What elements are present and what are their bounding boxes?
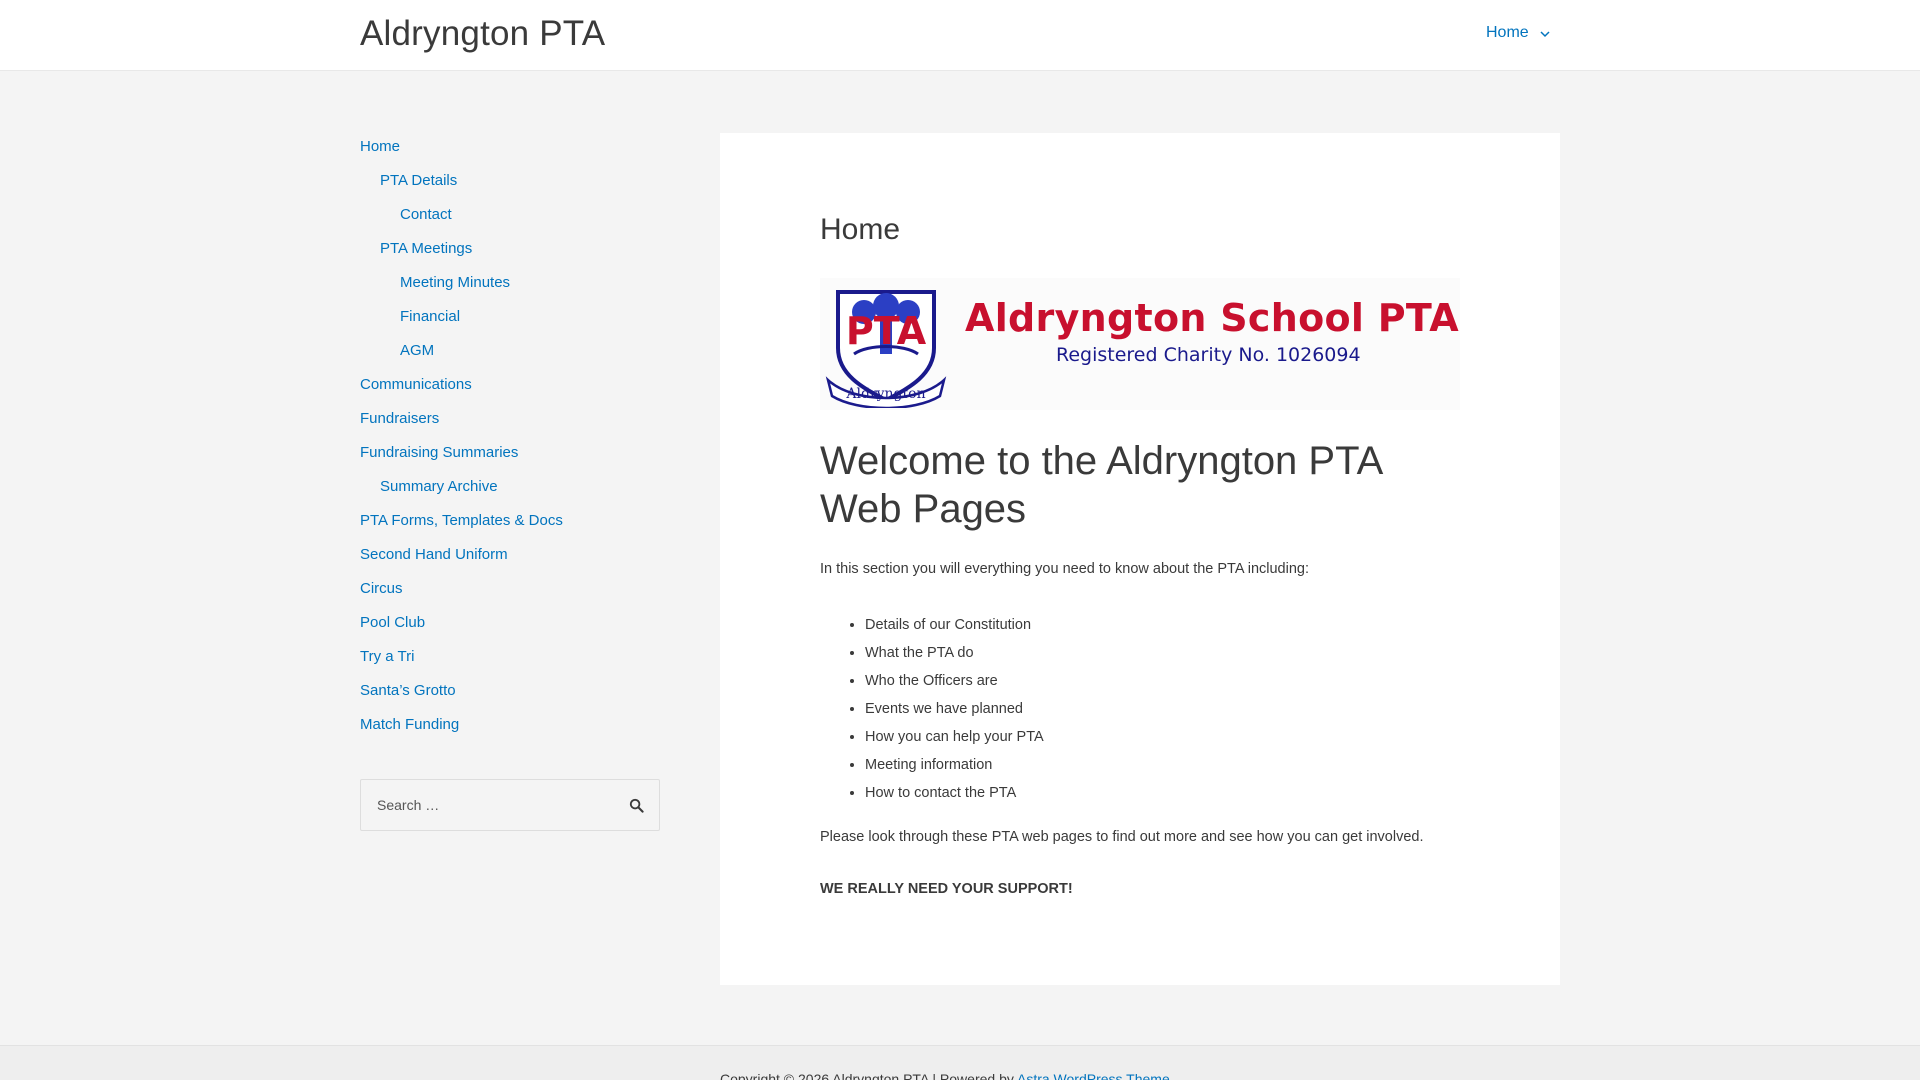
sidebar-item: Santa’s Grotto <box>360 674 660 708</box>
info-list: Details of our ConstitutionWhat the PTA … <box>865 611 1044 807</box>
sidebar-item: PTA Meetings <box>360 232 660 266</box>
sidebar-link[interactable]: Circus <box>360 579 403 599</box>
chevron-down-icon[interactable] <box>1539 27 1551 39</box>
primary-nav: Home <box>1486 24 1551 42</box>
sidebar-item: Try a Tri <box>360 640 660 674</box>
footer-copyright: Copyright © 2026 Aldryngton PTA | Powere… <box>720 1071 1170 1080</box>
sidebar-link[interactable]: Home <box>360 137 400 157</box>
sidebar-link[interactable]: Try a Tri <box>360 647 414 667</box>
info-list-item: Who the Officers are <box>865 667 1044 695</box>
sidebar-link[interactable]: PTA Details <box>380 171 457 191</box>
site-header: Aldryngton PTA Home <box>0 0 1920 71</box>
info-list-item: Meeting information <box>865 751 1044 779</box>
outro-text: Please look through these PTA web pages … <box>820 829 1424 845</box>
welcome-heading: Welcome to the Aldryngton PTA Web Pages <box>820 439 1382 531</box>
info-list-item: How you can help your PTA <box>865 723 1044 751</box>
sidebar-link[interactable]: Fundraisers <box>360 409 439 429</box>
footer-text: Copyright © 2026 Aldryngton PTA | Powere… <box>720 1071 1017 1080</box>
sidebar-item: Summary Archive <box>360 470 660 504</box>
sidebar-link[interactable]: Contact <box>400 205 452 225</box>
sidebar-link[interactable]: Pool Club <box>360 613 425 633</box>
search-form <box>360 779 660 831</box>
info-list-item: How to contact the PTA <box>865 779 1044 807</box>
info-list-item: Events we have planned <box>865 695 1044 723</box>
search-icon[interactable] <box>627 796 645 814</box>
sidebar-link[interactable]: PTA Meetings <box>380 239 472 259</box>
crest-text: PTA <box>846 309 927 353</box>
sidebar-item: Circus <box>360 572 660 606</box>
sidebar-item: Second Hand Uniform <box>360 538 660 572</box>
sidebar-item: Match Funding <box>360 708 660 742</box>
info-list-item: Details of our Constitution <box>865 611 1044 639</box>
support-text: WE REALLY NEED YOUR SUPPORT! <box>820 881 1073 897</box>
sidebar-item: Fundraisers <box>360 402 660 436</box>
sidebar-item: Home <box>360 130 660 164</box>
sidebar-link[interactable]: Communications <box>360 375 472 395</box>
sidebar-link[interactable]: PTA Forms, Templates & Docs <box>360 511 563 531</box>
sidebar-link[interactable]: Santa’s Grotto <box>360 681 456 701</box>
crest-ribbon-text: Aldryngton <box>845 386 925 402</box>
sidebar-link[interactable]: AGM <box>400 341 434 361</box>
content-card: Home PTA Aldryngton Aldryngton School PT… <box>720 133 1560 985</box>
nav-home-link[interactable]: Home <box>1486 24 1529 42</box>
sidebar-item: Communications <box>360 368 660 402</box>
sidebar-item: Financial <box>360 300 660 334</box>
pta-banner-image: PTA Aldryngton Aldryngton School PTA Reg… <box>820 278 1460 410</box>
crest-logo: PTA Aldryngton <box>825 290 947 408</box>
site-title[interactable]: Aldryngton PTA <box>360 14 605 54</box>
sidebar-item: AGM <box>360 334 660 368</box>
sidebar-item: PTA Details <box>360 164 660 198</box>
sidebar-link[interactable]: Financial <box>400 307 460 327</box>
banner-subtitle: Registered Charity No. 1026094 <box>1056 344 1361 366</box>
sidebar-item: Pool Club <box>360 606 660 640</box>
site-footer: Copyright © 2026 Aldryngton PTA | Powere… <box>0 1045 1920 1080</box>
banner-title: Aldryngton School PTA <box>965 296 1459 340</box>
sidebar-nav: Home PTA Details Contact PTA Meetings Meetin… <box>360 130 660 742</box>
sidebar-link[interactable]: Summary Archive <box>380 477 498 497</box>
sidebar-link[interactable]: Fundraising Summaries <box>360 443 518 463</box>
sidebar-item: PTA Forms, Templates & Docs <box>360 504 660 538</box>
sidebar-link[interactable]: Meeting Minutes <box>400 273 510 293</box>
page-title: Home <box>820 213 901 246</box>
info-list-item: What the PTA do <box>865 639 1044 667</box>
sidebar-link[interactable]: Second Hand Uniform <box>360 545 508 565</box>
sidebar-item: Contact <box>360 198 660 232</box>
sidebar-item: Meeting Minutes <box>360 266 660 300</box>
sidebar-item: Fundraising Summaries <box>360 436 660 470</box>
sidebar: Home PTA Details Contact PTA Meetings Meetin… <box>360 130 660 742</box>
footer-theme-link[interactable]: Astra WordPress Theme <box>1017 1071 1170 1080</box>
sidebar-link[interactable]: Match Funding <box>360 715 459 735</box>
search-input[interactable] <box>377 797 627 813</box>
intro-text: In this section you will everything you … <box>820 561 1309 577</box>
